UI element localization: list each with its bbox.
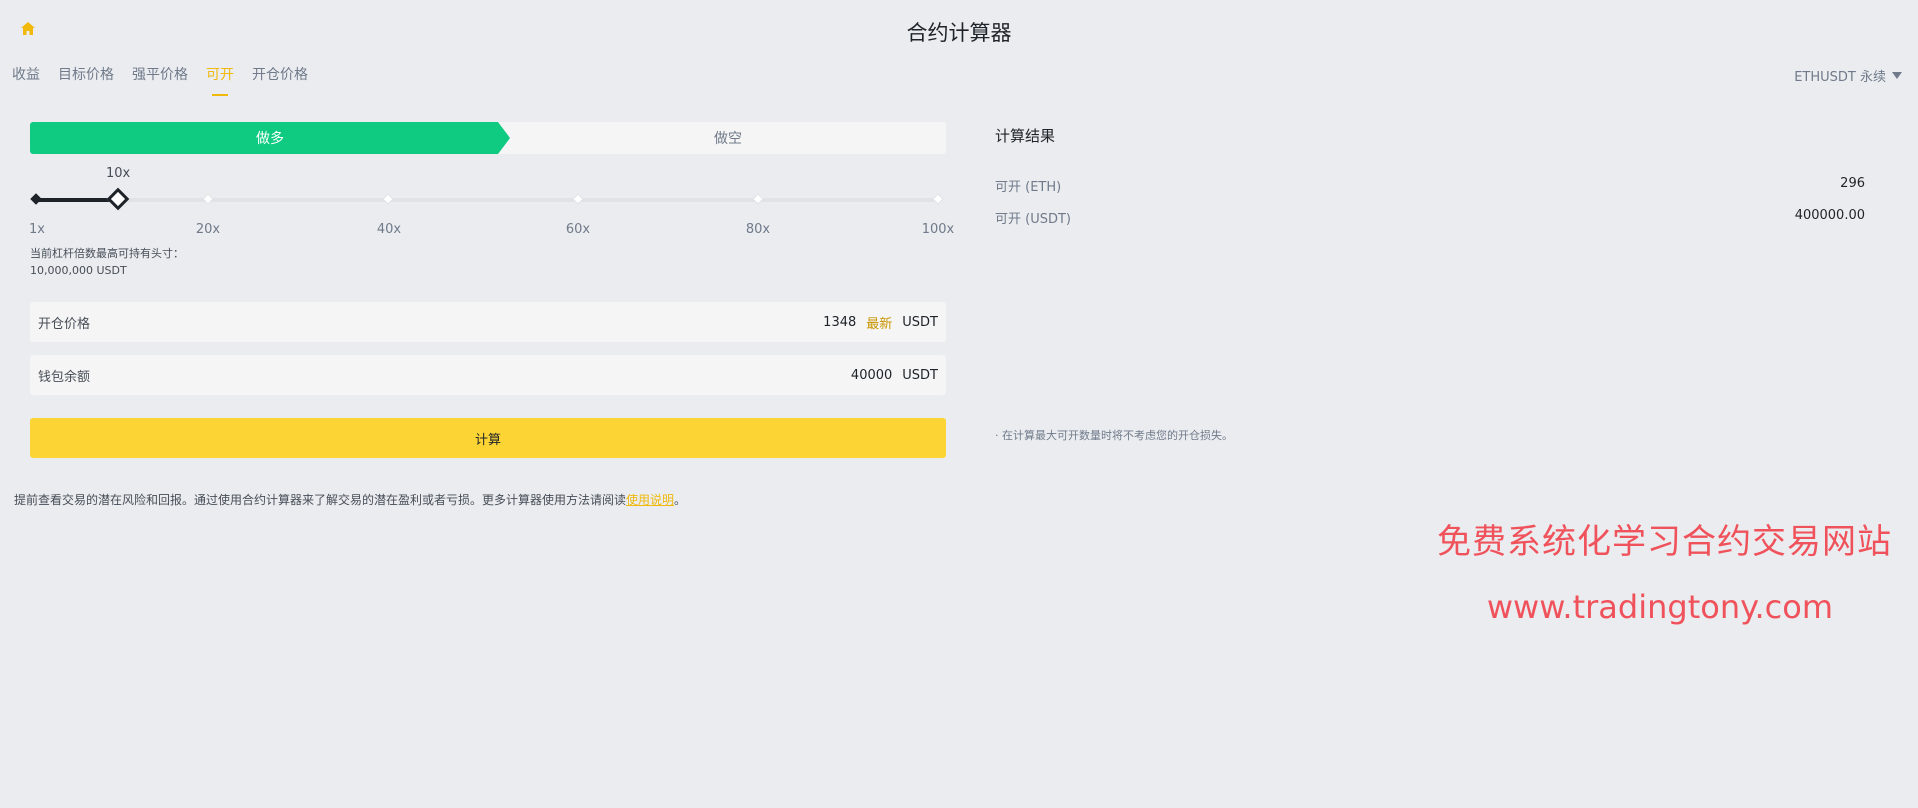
tab-open-price[interactable]: 开仓价格 (252, 64, 308, 90)
tab-pnl[interactable]: 收益 (12, 64, 40, 90)
leverage-label-80x: 80x (745, 222, 771, 237)
footer-text: 提前查看交易的潜在风险和回报。通过使用合约计算器来了解交易的潜在盈利或者亏损。更… (14, 493, 627, 507)
long-button[interactable]: 做多 (30, 122, 510, 154)
page-title: 合约计算器 (906, 21, 1012, 45)
tab-target-price[interactable]: 目标价格 (58, 64, 114, 90)
watermark-url: www.tradingtony.com (1486, 588, 1833, 626)
leverage-value: 10x (106, 166, 131, 181)
result-row-usdt: 可开 (USDT) 400000.00 (995, 208, 1865, 227)
calculator-tabs: 收益 目标价格 强平价格 可开 开仓价格 (12, 64, 308, 90)
short-button[interactable]: 做空 (510, 122, 946, 154)
result-label-eth: 可开 (ETH) (995, 180, 1062, 195)
footer-end: 。 (674, 493, 687, 507)
leverage-label-100x: 100x (921, 222, 955, 237)
slider-thumb[interactable] (106, 187, 130, 211)
side-toggle: 做多 做空 (30, 122, 946, 154)
max-position-value: 10,000,000 USDT (30, 264, 127, 277)
latest-price-button[interactable]: 最新 (866, 313, 892, 332)
leverage-label-40x: 40x (376, 222, 402, 237)
wallet-balance-unit: USDT (902, 367, 938, 383)
tab-max-open[interactable]: 可开 (206, 64, 234, 90)
slider-tick[interactable] (932, 193, 944, 205)
symbol-dropdown[interactable]: ETHUSDT 永续 (1794, 66, 1902, 85)
wallet-balance-label: 钱包余额 (38, 369, 91, 385)
tab-liquidation-price[interactable]: 强平价格 (132, 64, 188, 90)
slider-tick[interactable] (572, 193, 584, 205)
slider-tick[interactable] (382, 193, 394, 205)
leverage-label-1x: 1x (29, 222, 45, 237)
caret-down-icon (1892, 72, 1902, 79)
open-price-unit: USDT (902, 314, 938, 330)
result-title: 计算结果 (995, 127, 1056, 145)
slider-tick[interactable] (752, 193, 764, 205)
wallet-balance-field[interactable]: 钱包余额 40000 USDT (30, 355, 946, 395)
slider-tick[interactable] (30, 193, 42, 205)
footer-note: 提前查看交易的潜在风险和回报。通过使用合约计算器来了解交易的潜在盈利或者亏损。更… (14, 491, 686, 508)
open-price-label: 开仓价格 (38, 316, 91, 332)
leverage-slider[interactable] (30, 187, 944, 211)
leverage-label-20x: 20x (195, 222, 221, 237)
result-note: · 在计算最大可开数量时将不考虑您的开仓损失。 (995, 429, 1233, 442)
open-price-input[interactable]: 1348 (823, 315, 856, 330)
wallet-balance-input[interactable]: 40000 (851, 368, 892, 383)
leverage-label-60x: 60x (565, 222, 591, 237)
open-price-field[interactable]: 开仓价格 1348 最新 USDT (30, 302, 946, 342)
slider-tick[interactable] (202, 193, 214, 205)
symbol-label: ETHUSDT 永续 (1794, 70, 1886, 85)
slider-track (36, 198, 938, 202)
max-position-label: 当前杠杆倍数最高可持有头寸： (30, 247, 184, 260)
usage-guide-link[interactable]: 使用说明 (626, 493, 674, 507)
calculate-button[interactable]: 计算 (30, 418, 946, 458)
result-value-eth: 296 (1840, 176, 1865, 191)
result-label-usdt: 可开 (USDT) (995, 212, 1071, 227)
watermark-title: 免费系统化学习合约交易网站 (1437, 522, 1892, 562)
result-value-usdt: 400000.00 (1794, 208, 1865, 223)
result-row-eth: 可开 (ETH) 296 (995, 176, 1865, 195)
